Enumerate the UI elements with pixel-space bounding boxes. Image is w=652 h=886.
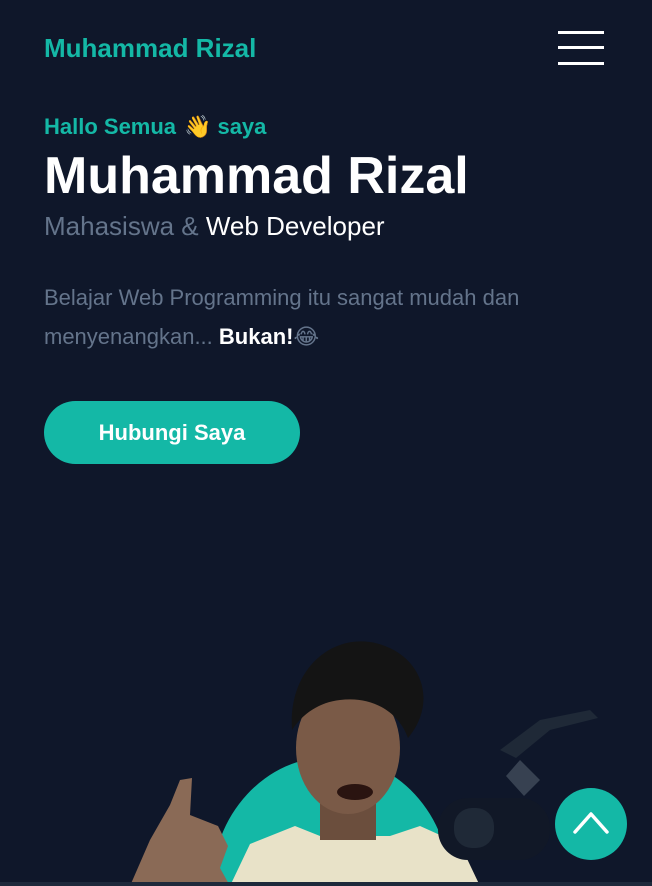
site-logo[interactable]: Muhammad Rizal [44, 32, 256, 64]
contact-button[interactable]: Hubungi Saya [44, 401, 300, 464]
waving-hand-icon: 👋 [184, 114, 212, 139]
photo-mouth [337, 784, 373, 800]
hero-subtitle: Mahasiswa & Web Developer [44, 210, 385, 242]
laughing-face-icon: 😂 [293, 324, 320, 349]
hamburger-bar-bottom [558, 62, 604, 65]
scroll-to-top-button[interactable] [555, 788, 627, 860]
greeting-text: Hallo Semua [44, 114, 177, 139]
photo-mic-clamp [506, 760, 540, 796]
page: Muhammad Rizal Hallo Semua 👋 saya Muhammad… [0, 0, 652, 886]
navbar: Muhammad Rizal [0, 0, 652, 96]
hero-name: Muhammad Rizal [44, 147, 469, 205]
hero-greeting: Hallo Semua 👋 saya [44, 113, 266, 141]
hamburger-bar-top [558, 31, 604, 34]
section-divider [0, 882, 652, 886]
photo-hand [130, 778, 230, 886]
hero-photo [130, 641, 598, 886]
hamburger-menu-icon[interactable] [558, 31, 604, 67]
chevron-up-icon [573, 812, 609, 834]
hamburger-bar-middle [558, 46, 604, 49]
role-secondary: Mahasiswa & [44, 211, 199, 241]
greeting-suffix: saya [217, 114, 267, 139]
photo-mic-arm [500, 710, 598, 758]
hero-description: Belajar Web Programming itu sangat mudah… [44, 278, 604, 356]
description-emphasis: Bukan! [218, 324, 294, 349]
role-primary: Web Developer [205, 211, 385, 241]
